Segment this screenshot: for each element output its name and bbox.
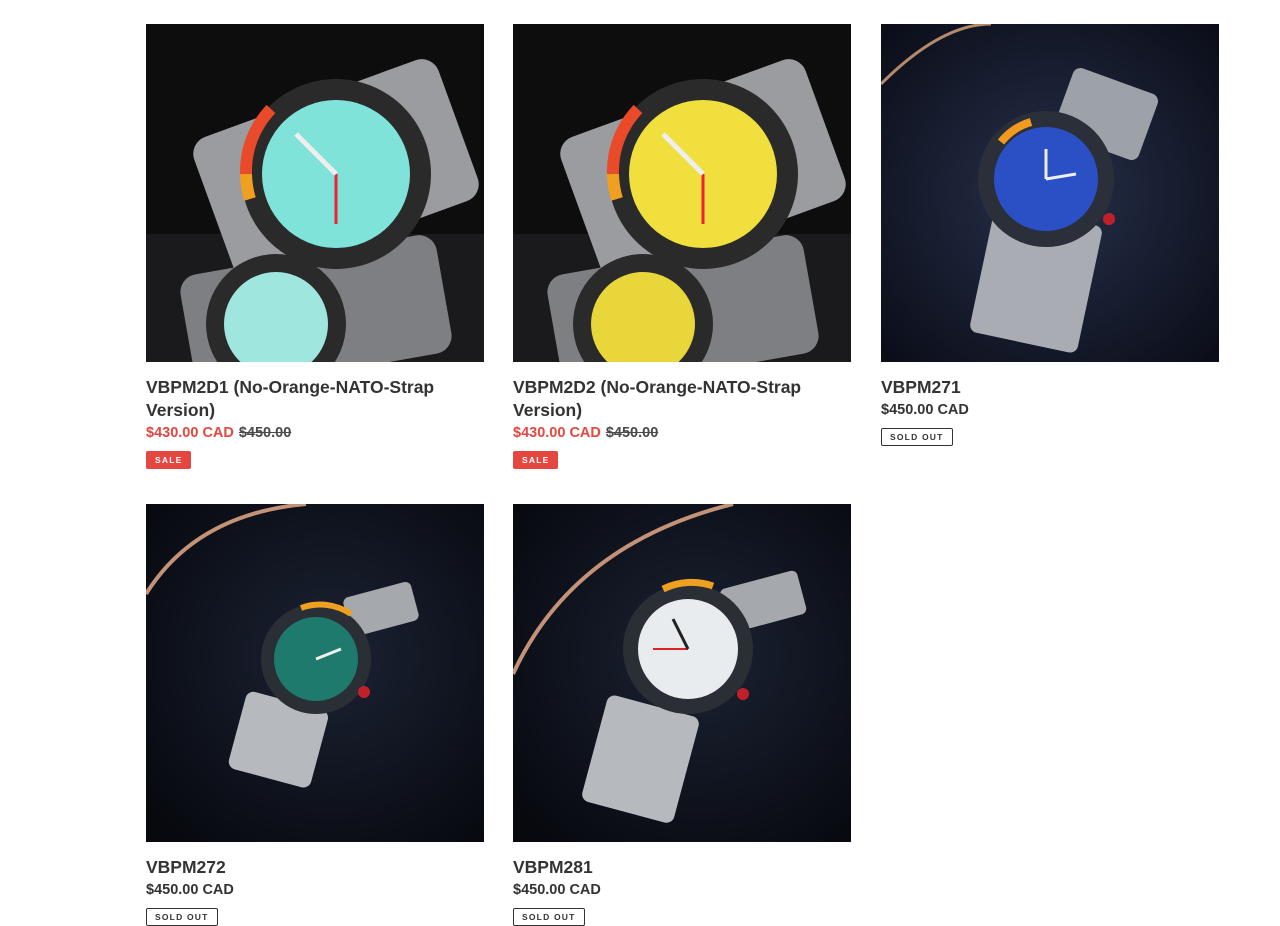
watch-image-dive-teal-dark [146,504,484,842]
product-image[interactable] [881,24,1219,362]
compare-price: $450.00 [238,425,292,441]
product-image[interactable] [513,504,851,842]
product-grid: VBPM2D1 (No-Orange-NATO-Strap Version) $… [0,0,1280,926]
product-image[interactable] [513,24,851,362]
product-title[interactable]: VBPM271 [881,376,1219,399]
product-card: VBPM271 $450.00 CAD SOLD OUT [881,24,1219,446]
product-title[interactable]: VBPM2D2 (No-Orange-NATO-Strap Version) [513,376,851,422]
price-line: $430.00 CAD $450.00 [146,423,484,443]
regular-price: $450.00 CAD [146,882,234,898]
product-card: VBPM2D2 (No-Orange-NATO-Strap Version) $… [513,24,851,469]
compare-price: $450.00 [605,425,659,441]
sale-price: $430.00 CAD [513,425,601,441]
product-image[interactable] [146,504,484,842]
sold-out-badge: SOLD OUT [881,428,953,446]
watch-image-dive-yellow [513,24,851,362]
sale-price: $430.00 CAD [146,425,234,441]
regular-price: $450.00 CAD [513,882,601,898]
product-image[interactable] [146,24,484,362]
product-title[interactable]: VBPM281 [513,856,851,879]
price-line: $450.00 CAD [881,400,1219,420]
product-card: VBPM272 $450.00 CAD SOLD OUT [146,504,484,926]
watch-image-dive-white [513,504,851,842]
product-card: VBPM2D1 (No-Orange-NATO-Strap Version) $… [146,24,484,469]
price-line: $430.00 CAD $450.00 [513,423,851,443]
price-line: $450.00 CAD [146,880,484,900]
product-title[interactable]: VBPM272 [146,856,484,879]
sale-badge: SALE [146,451,192,469]
regular-price: $450.00 CAD [881,402,969,418]
watch-image-dive-teal [146,24,484,362]
price-line: $450.00 CAD [513,880,851,900]
sale-badge: SALE [513,451,559,469]
watch-image-dive-blue [881,24,1219,362]
product-title[interactable]: VBPM2D1 (No-Orange-NATO-Strap Version) [146,376,484,422]
product-card: VBPM281 $450.00 CAD SOLD OUT [513,504,851,926]
